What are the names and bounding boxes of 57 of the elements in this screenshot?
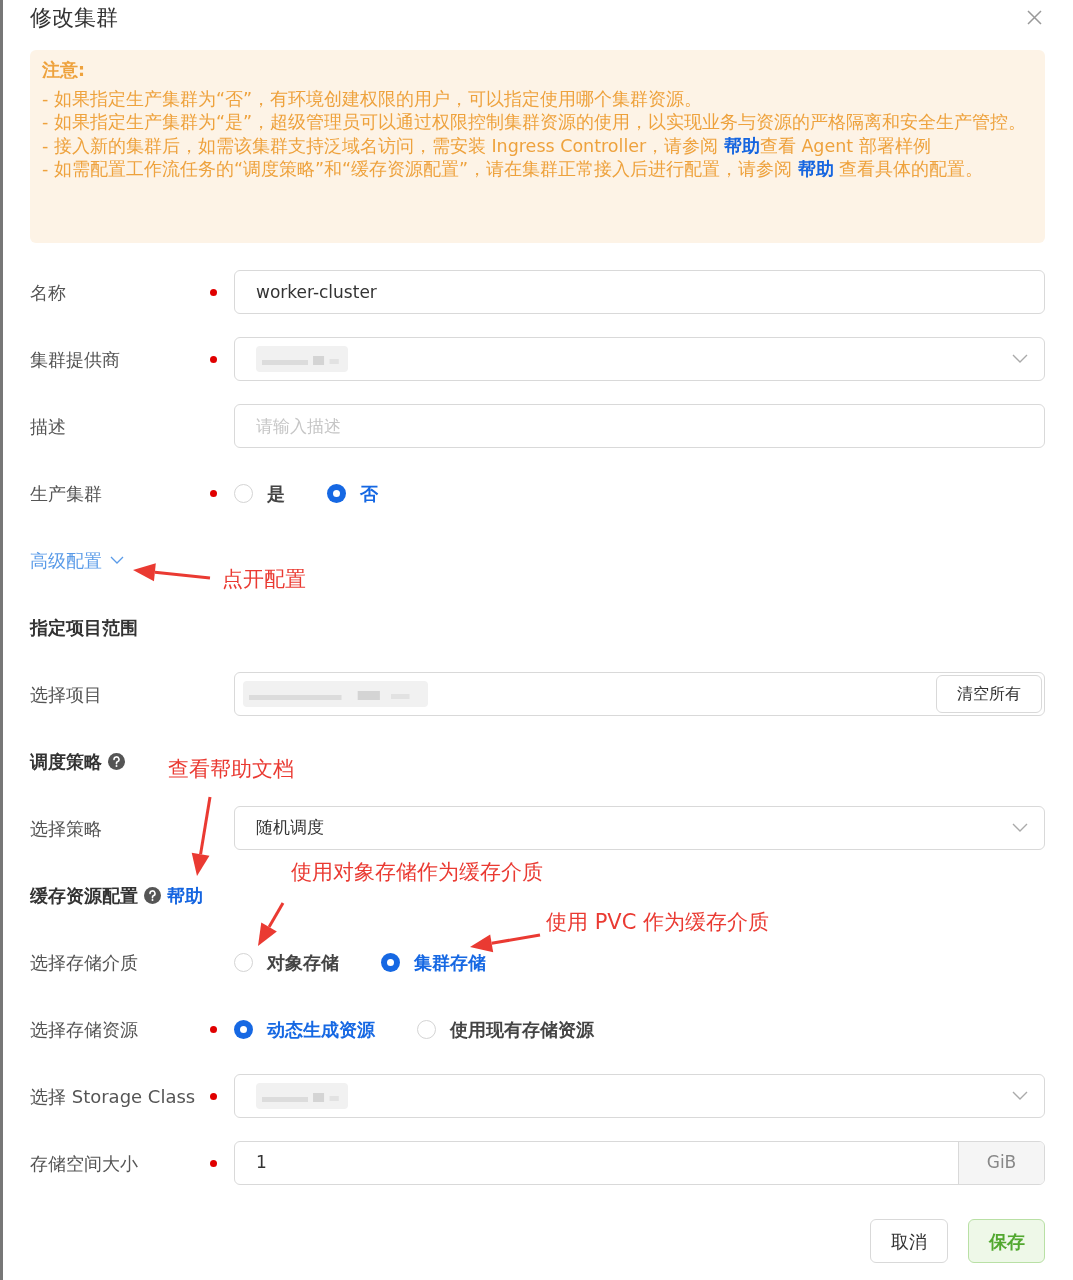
- help-icon[interactable]: [108, 752, 125, 770]
- section-title: 缓存资源配置: [30, 883, 138, 908]
- annotation-arrow: [470, 933, 541, 953]
- radio-button[interactable]: [417, 1019, 436, 1039]
- help-link[interactable]: 帮助: [167, 881, 203, 909]
- size-field[interactable]: 1 GiB: [234, 1141, 1045, 1185]
- radio-button[interactable]: [234, 483, 253, 503]
- select-field[interactable]: 随机调度: [234, 806, 1045, 850]
- radio-option[interactable]: 否: [327, 479, 378, 507]
- field-label: 名称: [30, 280, 67, 305]
- field-label: 存储空间大小: [30, 1151, 139, 1176]
- radio-option[interactable]: 对象存储: [234, 948, 339, 976]
- text-field[interactable]: 请输入描述: [234, 404, 1045, 448]
- radio-option[interactable]: 使用现有存储资源: [417, 1015, 594, 1043]
- chevron-down-icon: [1012, 823, 1028, 833]
- field-label: 生产集群: [30, 481, 103, 506]
- field-label: 选择存储介质: [30, 950, 139, 975]
- notice-text: - 如需配置工作流任务的“调度策略”和“缓存资源配置”，请在集群正常接入后进行配置，请参阅 帮助 查看具体的配置。: [42, 158, 985, 181]
- radio-option[interactable]: 动态生成资源: [234, 1015, 375, 1043]
- text-field[interactable]: worker-cluster: [234, 270, 1045, 314]
- close-icon[interactable]: [1027, 10, 1042, 25]
- chevron-down-icon: [1012, 354, 1028, 364]
- help-link[interactable]: 帮助: [797, 159, 834, 179]
- select-field[interactable]: [234, 1074, 1045, 1118]
- select-field[interactable]: [234, 337, 1045, 381]
- radio-button[interactable]: [234, 952, 253, 972]
- dialog-title: 修改集群: [30, 4, 118, 32]
- clear-all-button[interactable]: 清空所有: [936, 675, 1042, 713]
- radio-option[interactable]: 是: [234, 479, 285, 507]
- field-label: 选择策略: [30, 816, 103, 841]
- annotation-text: 查看帮助文档: [168, 756, 294, 783]
- annotation-text: 使用 PVC 作为缓存介质: [546, 909, 770, 936]
- unit-addon: GiB: [958, 1142, 1044, 1184]
- project-select-field[interactable]: 清空所有: [234, 672, 1045, 716]
- notice-heading: 注意:: [42, 59, 86, 82]
- annotation-arrow: [258, 902, 285, 946]
- radio-option[interactable]: 集群存储: [381, 948, 486, 976]
- annotation-text: 使用对象存储作为缓存介质: [291, 859, 543, 886]
- cancel-button[interactable]: 取消: [870, 1219, 948, 1263]
- field-label: 选择 Storage Class: [30, 1084, 197, 1109]
- notice-text: - 如果指定生产集群为“是”，超级管理员可以通过权限控制集群资源的使用，以实现业务与资源的严格隔离和安全生产管控。: [42, 111, 1027, 134]
- help-link[interactable]: 帮助: [723, 135, 760, 156]
- help-icon[interactable]: [144, 886, 161, 904]
- field-label: 选择项目: [30, 682, 103, 707]
- section-title: 调度策略: [30, 749, 102, 774]
- chevron-down-icon: [110, 555, 124, 565]
- radio-button[interactable]: [381, 952, 400, 972]
- section-title: 指定项目范围: [30, 615, 138, 640]
- annotation-text: 点开配置: [222, 566, 306, 593]
- radio-button[interactable]: [327, 483, 346, 503]
- field-label: 描述: [30, 414, 67, 439]
- field-label: 集群提供商: [30, 347, 121, 372]
- field-label: 选择存储资源: [30, 1017, 139, 1042]
- radio-button[interactable]: [234, 1019, 253, 1039]
- notice-text: - 如果指定生产集群为“否”，有环境创建权限的用户，可以指定使用哪个集群资源。: [42, 87, 703, 111]
- notice-text: - 接入新的集群后，如需该集群支持泛域名访问，需安装 Ingress Controller，请参阅 帮助查看 Agent 部署样例: [42, 134, 932, 158]
- chevron-down-icon: [1012, 1091, 1028, 1101]
